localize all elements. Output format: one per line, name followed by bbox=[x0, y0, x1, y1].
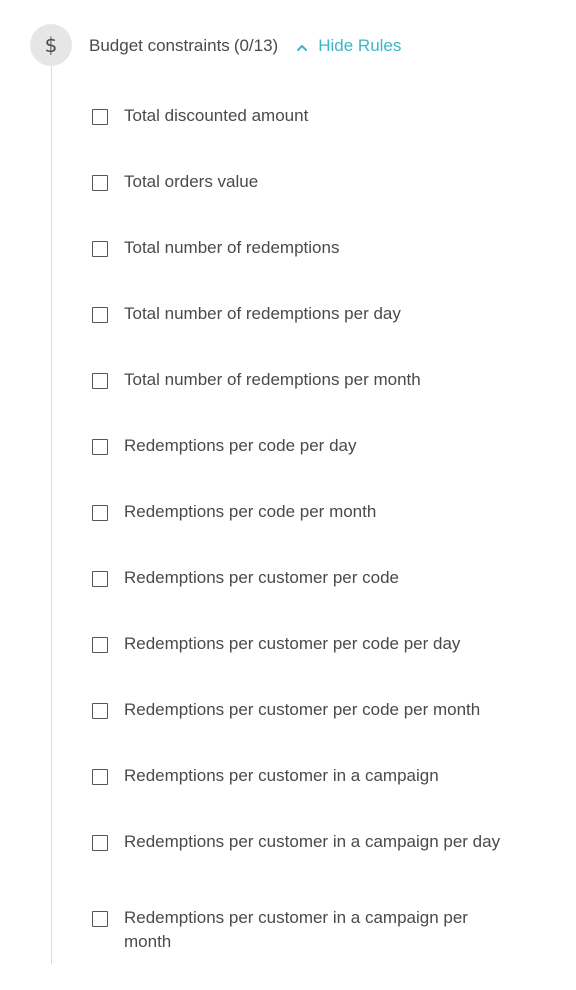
rule-checkbox[interactable] bbox=[92, 769, 108, 785]
rule-item: Redemptions per code per day bbox=[92, 436, 522, 458]
rule-label: Redemptions per customer per code bbox=[124, 568, 399, 587]
rule-checkbox[interactable] bbox=[92, 241, 108, 257]
rule-label: Total number of redemptions per month bbox=[124, 370, 421, 389]
rule-label: Redemptions per customer in a campaign p… bbox=[124, 908, 468, 951]
dollar-glyph: $ bbox=[44, 33, 58, 57]
rule-item: Redemptions per customer per code bbox=[92, 568, 522, 590]
rule-label: Total number of redemptions bbox=[124, 238, 340, 257]
timeline-line bbox=[51, 66, 52, 964]
hide-rules-button[interactable]: Hide Rules bbox=[296, 36, 401, 56]
rule-label: Redemptions per customer in a campaign p… bbox=[124, 832, 501, 851]
rule-checkbox[interactable] bbox=[92, 637, 108, 653]
rule-checkbox[interactable] bbox=[92, 703, 108, 719]
rule-label: Redemptions per customer per code per da… bbox=[124, 634, 461, 653]
rule-item: Redemptions per code per month bbox=[92, 502, 522, 524]
rule-item: Redemptions per customer per code per mo… bbox=[92, 700, 522, 722]
rule-checkbox[interactable] bbox=[92, 835, 108, 851]
rule-item: Total number of redemptions bbox=[92, 238, 522, 260]
rule-checkbox[interactable] bbox=[92, 571, 108, 587]
rule-label: Redemptions per customer per code per mo… bbox=[124, 700, 481, 719]
rule-item: Total number of redemptions per day bbox=[92, 304, 522, 326]
rule-checkbox[interactable] bbox=[92, 505, 108, 521]
rule-label: Total discounted amount bbox=[124, 106, 309, 125]
section-title-text: Budget constraints bbox=[89, 36, 230, 55]
rule-item: Total orders value bbox=[92, 172, 522, 194]
rule-item: Total discounted amount bbox=[92, 106, 522, 128]
hide-rules-label: Hide Rules bbox=[318, 36, 402, 55]
rule-item: Redemptions per customer in a campaign bbox=[92, 766, 522, 788]
rule-item: Redemptions per customer in a campaign p… bbox=[92, 908, 522, 954]
rule-label: Redemptions per customer in a campaign bbox=[124, 766, 439, 785]
chevron-up-icon bbox=[297, 45, 308, 51]
rule-item: Total number of redemptions per month bbox=[92, 370, 522, 392]
section-title: Budget constraints (0/13) bbox=[89, 36, 278, 56]
rule-checkbox[interactable] bbox=[92, 911, 108, 927]
dollar-icon: $ bbox=[30, 24, 72, 66]
rule-checkbox[interactable] bbox=[92, 109, 108, 125]
rules-count: (0/13) bbox=[233, 36, 279, 55]
section-header: Budget constraints (0/13) Hide Rules bbox=[89, 34, 401, 58]
rule-label: Redemptions per code per month bbox=[124, 502, 377, 521]
rule-checkbox[interactable] bbox=[92, 307, 108, 323]
rule-checkbox[interactable] bbox=[92, 373, 108, 389]
rule-item: Redemptions per customer in a campaign p… bbox=[92, 832, 522, 854]
rule-item: Redemptions per customer per code per da… bbox=[92, 634, 522, 656]
rule-label: Total number of redemptions per day bbox=[124, 304, 401, 323]
rule-label: Total orders value bbox=[124, 172, 259, 191]
rule-label: Redemptions per code per day bbox=[124, 436, 357, 455]
rule-checkbox[interactable] bbox=[92, 175, 108, 191]
rule-checkbox[interactable] bbox=[92, 439, 108, 455]
